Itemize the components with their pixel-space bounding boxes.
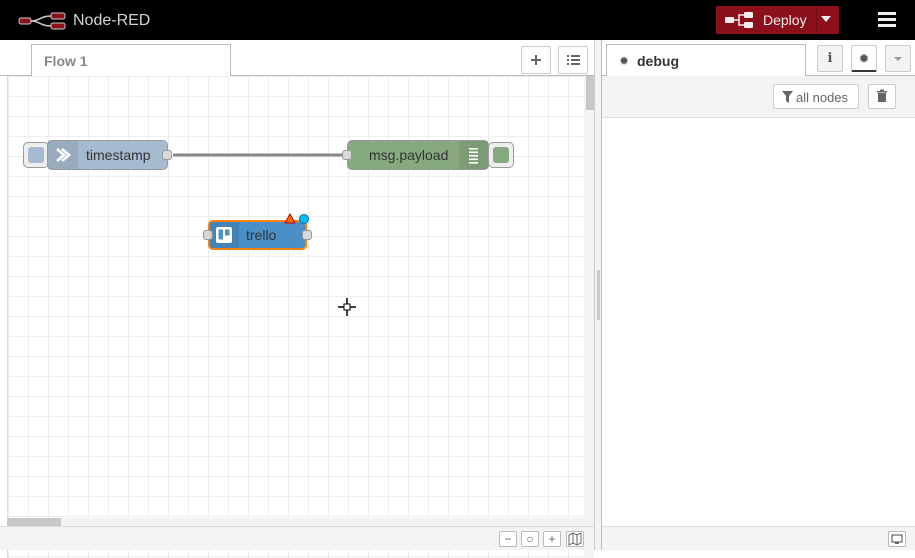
workspace-footer: − ○ + [0,526,594,550]
navigator-button[interactable] [566,531,584,547]
chevron-down-icon [894,57,902,61]
tab-label: Flow 1 [44,53,88,69]
inject-trigger-button[interactable] [23,142,49,168]
sidebar-tabs: ✹ debug i ✹ [602,40,915,77]
node-red-logo-icon [18,12,66,30]
crosshair-cursor-icon [338,298,356,316]
scrollbar-thumb[interactable] [7,518,61,526]
output-port[interactable] [162,150,172,160]
tab-debug[interactable]: ✹ debug [606,44,806,77]
canvas-vertical-scrollbar[interactable] [584,76,594,558]
node-label: timestamp [86,147,151,163]
deploy-button[interactable]: Deploy [716,6,839,34]
debug-toolbar: all nodes [602,76,915,118]
debug-messages-panel [602,118,915,526]
node-status-icons [284,213,309,224]
deploy-menu-caret-icon[interactable] [821,16,831,22]
zoom-out-button[interactable]: − [499,531,517,547]
monitor-icon [891,534,903,544]
bug-icon: ✹ [619,54,630,68]
workspace: Flow 1 timestamp msg.payload trello − ○ … [0,40,594,558]
bug-icon: ✹ [858,51,870,66]
canvas-horizontal-scrollbar[interactable] [7,518,584,526]
flow-canvas[interactable]: timestamp msg.payload trello [7,76,585,558]
node-msg-payload[interactable]: msg.payload [342,140,489,170]
debug-toggle-button[interactable] [488,142,514,168]
scrollbar-thumb[interactable] [586,76,594,110]
node-label: msg.payload [369,147,449,163]
trello-icon [210,222,239,248]
info-tab-button[interactable]: i [817,45,843,72]
splitter-grip[interactable] [597,270,600,320]
filter-button[interactable]: all nodes [773,84,859,109]
sidebar-menu-button[interactable] [885,45,911,72]
header-bar: Node-RED Deploy [0,0,915,40]
deploy-separator [816,6,817,34]
output-port[interactable] [302,230,312,240]
clear-debug-button[interactable] [868,84,896,109]
deploy-icon [725,12,753,28]
workspace-tabs-bar: Flow 1 [0,40,594,77]
changed-dot-icon [299,214,309,224]
tab-flow-1[interactable]: Flow 1 [31,44,231,77]
node-trello[interactable]: trello [203,213,312,250]
map-icon [568,532,582,546]
app-title: Node-RED [73,12,151,29]
debug-tab-button[interactable]: ✹ [851,45,877,72]
hamburger-icon [878,12,896,15]
filter-label: all nodes [796,90,849,105]
node-timestamp[interactable]: timestamp [47,140,172,170]
input-port[interactable] [342,150,352,160]
zoom-in-button[interactable]: + [543,531,561,547]
deploy-label: Deploy [763,12,807,28]
inject-arrow-icon [48,141,78,169]
sidebar-footer [602,526,915,550]
node-label: trello [246,227,277,243]
info-icon: i [827,51,833,66]
sidebar-splitter[interactable] [594,40,601,550]
tab-label: debug [637,53,679,69]
filter-icon [782,91,793,103]
add-flow-button[interactable] [521,46,551,74]
warning-triangle-icon [284,213,296,224]
flow-list-button[interactable] [558,46,588,74]
trash-icon [877,89,887,102]
plus-icon [531,55,541,65]
main-menu-button[interactable] [873,8,901,32]
list-icon [567,55,580,65]
sidebar: ✹ debug i ✹ all nodes [601,40,915,550]
zoom-reset-button[interactable]: ○ [521,531,539,547]
open-debug-window-button[interactable] [888,531,906,547]
debug-list-icon [459,141,488,169]
